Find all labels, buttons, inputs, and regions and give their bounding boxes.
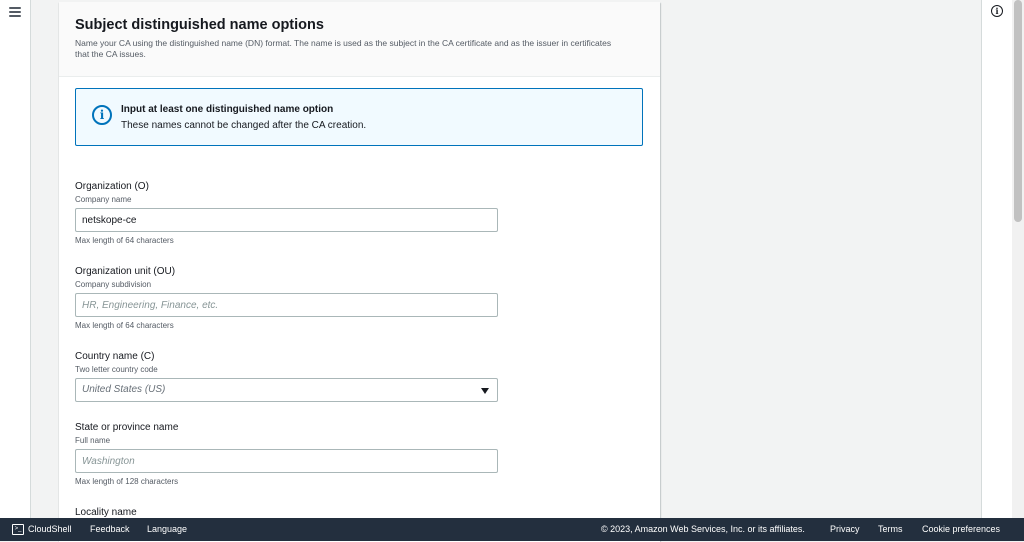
cloudshell-icon[interactable]: >_ [12,524,24,535]
organization-label: Organization (O) [75,181,149,192]
feedback-link[interactable]: Feedback [90,518,130,541]
state-description: Full name [75,436,111,445]
privacy-link[interactable]: Privacy [830,518,860,541]
section-description: Name your CA using the distinguished nam… [75,38,612,59]
left-navigation-rail [0,0,31,518]
country-select-value: United States (US) [82,384,166,395]
alert-text: These names cannot be changed after the … [121,120,367,131]
subject-dn-container: Subject distinguished name options Name … [59,2,660,542]
state-constraint: Max length of 128 characters [75,477,179,486]
organization-description: Company name [75,195,132,204]
org-unit-constraint: Max length of 64 characters [75,321,174,330]
caret-down-icon [481,388,489,394]
org-unit-field: Organization unit (OU) Company subdivisi… [75,265,498,331]
organization-input[interactable] [75,208,498,232]
org-unit-input[interactable] [75,293,498,317]
cloudshell-link[interactable]: CloudShell [28,518,72,541]
scrollbar-thumb[interactable] [1014,0,1022,222]
country-select[interactable]: United States (US) [75,378,498,402]
menu-icon[interactable] [9,7,21,17]
language-link[interactable]: Language [147,518,187,541]
terms-link[interactable]: Terms [878,518,903,541]
container-header: Subject distinguished name options Name … [59,2,660,77]
organization-field: Organization (O) Company name Max length… [75,180,498,246]
state-label: State or province name [75,422,179,433]
country-label: Country name (C) [75,351,155,362]
country-field: Country name (C) Two letter country code… [75,350,498,402]
state-field: State or province name Full name Max len… [75,421,498,487]
console-footer: >_ CloudShell Feedback Language © 2023, … [0,518,1024,541]
cookie-preferences-link[interactable]: Cookie preferences [922,518,1000,541]
copyright-text: © 2023, Amazon Web Services, Inc. or its… [601,524,805,534]
state-input[interactable] [75,449,498,473]
alert-title: Input at least one distinguished name op… [121,104,334,115]
org-unit-label: Organization unit (OU) [75,266,176,277]
info-alert: i Input at least one distinguished name … [75,88,643,146]
country-description: Two letter country code [75,365,158,374]
info-icon: i [92,105,112,125]
org-unit-description: Company subdivision [75,280,152,289]
page-scrollbar[interactable] [1012,0,1024,518]
info-panel-icon[interactable]: i [991,5,1003,17]
section-title: Subject distinguished name options [75,17,324,33]
right-tools-rail: i [981,0,1012,518]
organization-constraint: Max length of 64 characters [75,236,174,245]
